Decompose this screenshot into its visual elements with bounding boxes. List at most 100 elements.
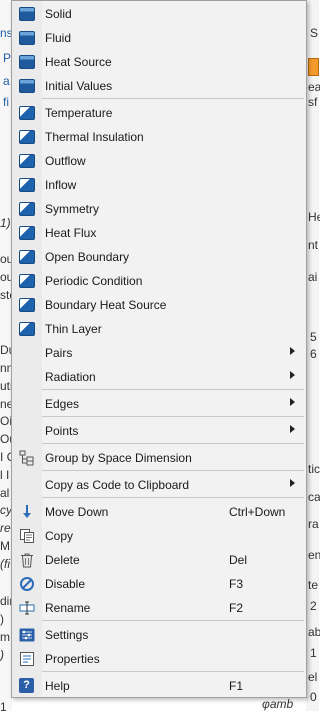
shortcut-label: Del (229, 553, 248, 567)
menu-item-solid[interactable]: Solid (12, 2, 306, 26)
menu-item-label: Group by Space Dimension (45, 451, 192, 465)
menu-item-label: Thermal Insulation (45, 130, 144, 144)
move-down-icon (19, 504, 35, 520)
menu-separator (42, 620, 304, 621)
shortcut-label: F1 (229, 679, 244, 693)
menu-item-inflow[interactable]: Inflow (12, 173, 306, 197)
shortcut-label: F3 (229, 577, 244, 591)
delete-icon (19, 552, 35, 568)
physics-icon (19, 30, 35, 46)
menu-item-label: Rename (45, 601, 91, 615)
menu-item-label: Points (45, 424, 79, 438)
menu-item-heat-source[interactable]: Heat Source (12, 50, 306, 74)
menu-item-label: Inflow (45, 178, 77, 192)
physics-icon (19, 54, 35, 70)
menu-item-group-by-space-dimension[interactable]: Group by Space Dimension (12, 446, 306, 470)
copy-icon (19, 528, 35, 544)
group-icon (19, 450, 35, 466)
menu-item-radiation[interactable]: Radiation (12, 365, 306, 389)
context-menu: Solid Fluid Heat Source Initial Values T… (11, 0, 307, 698)
bg-phi-amb-label: φamb (262, 697, 294, 711)
submenu-arrow-icon (290, 425, 295, 433)
bg-right-text: S (310, 26, 319, 40)
menu-item-open-boundary[interactable]: Open Boundary (12, 245, 306, 269)
menu-item-thin-layer[interactable]: Thin Layer (12, 317, 306, 341)
menu-item-fluid[interactable]: Fluid (12, 26, 306, 50)
properties-icon (19, 651, 35, 667)
help-icon: ? (19, 678, 35, 694)
bg-left-text: fi (3, 95, 9, 109)
bg-right-text: ca (308, 490, 320, 504)
bg-right-text: te (308, 578, 319, 592)
menu-item-label: Radiation (45, 370, 96, 384)
menu-item-edges[interactable]: Edges (12, 392, 306, 416)
bg-left-text: (fi (0, 557, 10, 571)
bg-right-text: 1 (310, 646, 317, 660)
menu-item-boundary-heat-source[interactable]: Boundary Heat Source (12, 293, 306, 317)
menu-separator (42, 416, 304, 417)
menu-item-move-down[interactable]: Move Down Ctrl+Down (12, 500, 306, 524)
bg-left-text: al (0, 486, 10, 500)
menu-item-settings[interactable]: Settings (12, 623, 306, 647)
disable-icon (19, 576, 35, 592)
menu-item-symmetry[interactable]: Symmetry (12, 197, 306, 221)
boundary-condition-icon (19, 321, 35, 337)
bg-right-text: He (308, 210, 320, 224)
menu-separator (42, 671, 304, 672)
menu-separator (42, 443, 304, 444)
bg-right-text: tic (308, 462, 320, 476)
boundary-condition-icon (19, 297, 35, 313)
menu-item-label: Symmetry (45, 202, 99, 216)
menu-item-label: Heat Flux (45, 226, 97, 240)
menu-item-copy[interactable]: Copy (12, 524, 306, 548)
menu-item-temperature[interactable]: Temperature (12, 101, 306, 125)
menu-item-disable[interactable]: Disable F3 (12, 572, 306, 596)
shortcut-label: Ctrl+Down (229, 505, 286, 519)
bg-left-text: ) (0, 648, 4, 662)
menu-item-points[interactable]: Points (12, 419, 306, 443)
menu-separator (42, 470, 304, 471)
menu-item-initial-values[interactable]: Initial Values (12, 74, 306, 98)
bg-left-text: M (0, 539, 10, 553)
menu-item-label: Initial Values (45, 79, 113, 93)
bg-right-text: 6 (310, 347, 317, 361)
menu-item-copy-as-code[interactable]: Copy as Code to Clipboard (12, 473, 306, 497)
menu-item-rename[interactable]: Rename F2 (12, 596, 306, 620)
menu-item-pairs[interactable]: Pairs (12, 341, 306, 365)
menu-separator (42, 497, 304, 498)
submenu-arrow-icon (290, 371, 295, 379)
bg-right-text: ai (308, 270, 318, 284)
menu-item-label: Outflow (45, 154, 86, 168)
menu-item-label: Boundary Heat Source (45, 298, 167, 312)
boundary-condition-icon (19, 273, 35, 289)
bg-right-text: nt (308, 238, 319, 252)
menu-item-label: Delete (45, 553, 80, 567)
bg-left-text: 1) (0, 216, 11, 230)
submenu-arrow-icon (290, 398, 295, 406)
menu-item-label: Move Down (45, 505, 109, 519)
menu-item-properties[interactable]: Properties (12, 647, 306, 671)
menu-separator (42, 389, 304, 390)
menu-item-label: Periodic Condition (45, 274, 143, 288)
physics-icon (19, 78, 35, 94)
submenu-arrow-icon (290, 479, 295, 487)
menu-item-label: Disable (45, 577, 86, 591)
rename-icon (19, 600, 35, 616)
boundary-condition-icon (19, 249, 35, 265)
menu-item-heat-flux[interactable]: Heat Flux (12, 221, 306, 245)
bg-left-text: re (0, 521, 11, 535)
menu-item-delete[interactable]: Delete Del (12, 548, 306, 572)
bg-right-text: sf (308, 95, 318, 109)
bg-right-text: 2 (310, 599, 317, 613)
menu-item-label: Solid (45, 7, 72, 21)
menu-item-label: Edges (45, 397, 80, 411)
bg-right-text: ea (308, 80, 320, 94)
bg-left-text: l I (0, 468, 10, 482)
menu-item-outflow[interactable]: Outflow (12, 149, 306, 173)
menu-item-periodic-condition[interactable]: Periodic Condition (12, 269, 306, 293)
menu-item-label: Settings (45, 628, 89, 642)
menu-item-help[interactable]: ? Help F1 (12, 674, 306, 698)
bg-left-text: 1 (0, 700, 7, 714)
menu-item-thermal-insulation[interactable]: Thermal Insulation (12, 125, 306, 149)
bg-right-text: 0 (310, 690, 317, 704)
